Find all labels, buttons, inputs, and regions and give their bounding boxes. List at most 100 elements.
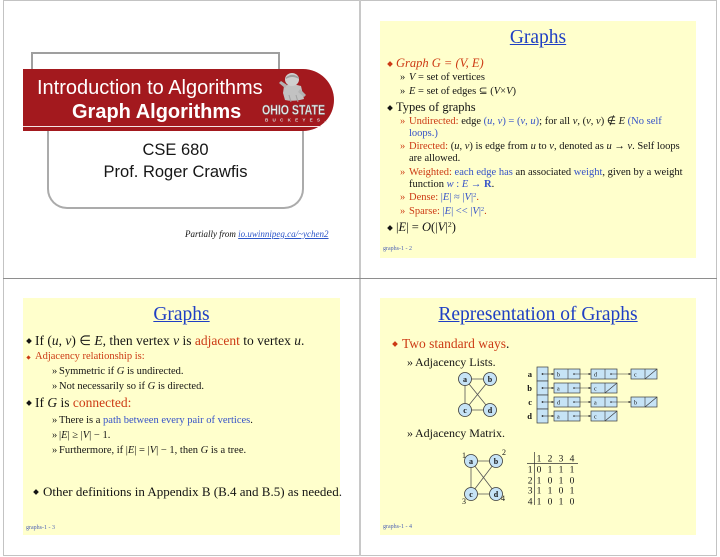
text-segment: If ( (35, 333, 52, 348)
text-segment: path between every pair of vertices (103, 415, 251, 426)
ohio-state-buckeyes-logo-icon: OHIO STATE BUCKEYES ™ (262, 73, 327, 124)
text-segment: G (47, 395, 58, 410)
credit-prefix: Partially from (185, 229, 239, 239)
source-credit: Partially from io.uwinnipeg.ca/~ychen2 (185, 229, 329, 240)
credit-link[interactable]: io.uwinnipeg.ca/~ychen2 (238, 229, 328, 239)
sub-bullet-icon: » (400, 206, 406, 217)
bullet-text: Adjacency relationship is: (35, 351, 145, 363)
matrix-row-header: 2 (528, 477, 533, 487)
matrix-row-header: 3 (528, 487, 533, 497)
text-segment: ) (451, 220, 456, 234)
text-row: |E| = O(|V|2) (396, 220, 456, 235)
text-segment: | ≥ | (67, 430, 83, 441)
bullet-item: |E| = O(|V|2) (387, 220, 456, 235)
text-segment: | − 1, then (156, 445, 201, 456)
slide-2-graphs: Graphs Graph G = (V, E) » V = set of vert… (360, 0, 717, 278)
bullet-text: There is a path between every pair of ve… (59, 415, 253, 427)
sub-bullet-icon: » (400, 192, 406, 203)
matrix-cell: 0 (548, 498, 553, 508)
bullet-item: Graph G = (V, E) (387, 56, 484, 71)
text-segment: | − 1. (89, 430, 111, 441)
graph-vertex-label: c (469, 490, 473, 499)
adjacency-row-label: a (528, 369, 533, 379)
bullet-text: If (u, v) ∈ E, then vertex v is adjacent… (35, 333, 304, 349)
bullet-text: Other definitions in Appendix B (B.4 and… (43, 484, 342, 500)
text-segment: , then vertex (102, 333, 174, 348)
bullet-item: If (u, v) ∈ E, then vertex v is adjacent… (26, 333, 304, 349)
sub-bullet-icon: » (52, 430, 58, 441)
text-segment: Types of graphs (396, 100, 476, 114)
sub-bullet-item: » E = set of edges ⊆ (V×V) (400, 86, 516, 98)
list-node-label: d (594, 373, 597, 379)
text-segment: → (468, 179, 484, 190)
text-segment: Graph G = (V, E) (396, 56, 484, 70)
course-number: CSE 680 (142, 141, 209, 159)
bullet-text: V = set of vertices (409, 72, 485, 84)
sub-bullet-item: » Weighted: each edge has an associated w… (400, 167, 683, 191)
graph-vertex-number: 1 (462, 451, 466, 460)
matrix-cell: 1 (537, 498, 542, 508)
matrix-cell: 1 (570, 466, 575, 476)
sub-bullet-icon: » (400, 86, 406, 97)
text-segment: | = (406, 220, 422, 234)
text-segment: . (250, 415, 253, 426)
text-segment: | = | (134, 445, 150, 456)
text-segment: E (94, 333, 103, 348)
text-segment: : (453, 179, 462, 190)
text-segment: 2 (480, 205, 485, 213)
bullet-text: Dense: |E| ≈ |V|2. (409, 192, 479, 204)
text-segment: Sparse: (409, 206, 443, 217)
bullet-text: Directed: (u, v) is edge from u to v, de… (409, 141, 680, 165)
sub-bullet-item: » There is a path between every pair of v… (52, 415, 253, 427)
matrix-cell: 1 (570, 487, 575, 497)
bullet-text: If G is connected: (35, 395, 131, 411)
text-row: Sparse: |E| << |V|2. (409, 206, 487, 218)
text-row: Types of graphs (396, 100, 476, 115)
graph-vertex-label: c (463, 406, 467, 415)
text-segment: Adjacency relationship is: (35, 351, 145, 362)
slide-3-graphs: Graphs If (u, v) ∈ E, then vertex v is a… (3, 278, 360, 556)
text-row: If (u, v) ∈ E, then vertex v is adjacent… (35, 333, 304, 349)
bullet-diamond-icon (26, 333, 35, 349)
text-segment: O (421, 220, 431, 234)
text-segment: Not necessarily so if (59, 381, 148, 392)
graph-vertex-label: d (488, 406, 493, 415)
text-segment: ; for all (539, 116, 573, 127)
text-segment: (No self (627, 116, 662, 127)
text-segment: , denoted as (553, 141, 607, 152)
text-row: Not necessarily so if G is directed. (59, 381, 204, 393)
matrix-cell: 1 (559, 477, 564, 487)
bullet-diamond-icon (26, 351, 35, 363)
bullet-item: If G is connected: (26, 395, 131, 411)
text-segment: ) ∈ (71, 333, 95, 348)
sub-bullet-icon: » (400, 116, 406, 127)
bullet-text: Sparse: |E| << |V|2. (409, 206, 487, 218)
text-segment: Weighted: (409, 167, 452, 178)
text-segment: are allowed. (409, 153, 461, 164)
bullet-item: Other definitions in Appendix B (B.4 and… (33, 484, 342, 500)
instructor-name: Prof. Roger Crawfis (103, 163, 248, 181)
text-segment: Directed: (409, 141, 449, 152)
text-row: loops.) (409, 128, 662, 140)
text-segment: is a tree. (208, 445, 247, 456)
text-row: Undirected: edge (u, v) = (v, u); for al… (409, 116, 662, 128)
matrix-column-header: 3 (559, 455, 564, 465)
list-node-label: b (557, 373, 560, 379)
matrix-cell: 1 (548, 466, 553, 476)
matrix-cell: 1 (559, 466, 564, 476)
text-segment: Furthermore, if | (59, 445, 128, 456)
presentation-title: Introduction to Algorithms (37, 77, 263, 99)
adjacency-row-label: d (527, 411, 532, 421)
matrix-cell: 0 (570, 498, 575, 508)
slide-footer: graphs-1 - 4 (383, 524, 412, 530)
logo-wordmark: OHIO STATE (262, 103, 325, 118)
bullet-item: Adjacency relationship is: (26, 351, 145, 363)
slide-footer: graphs-1 - 2 (383, 246, 412, 252)
text-segment: , ( (577, 116, 587, 127)
matrix-cell: 0 (537, 466, 542, 476)
sub-bullet-item: » Directed: (u, v) is edge from u to v, d… (400, 141, 680, 165)
list-node-label: a (557, 415, 560, 421)
graph-vertex-number: 4 (501, 494, 505, 503)
matrix-cell: 0 (559, 487, 564, 497)
matrix-column-header: 4 (570, 455, 575, 465)
